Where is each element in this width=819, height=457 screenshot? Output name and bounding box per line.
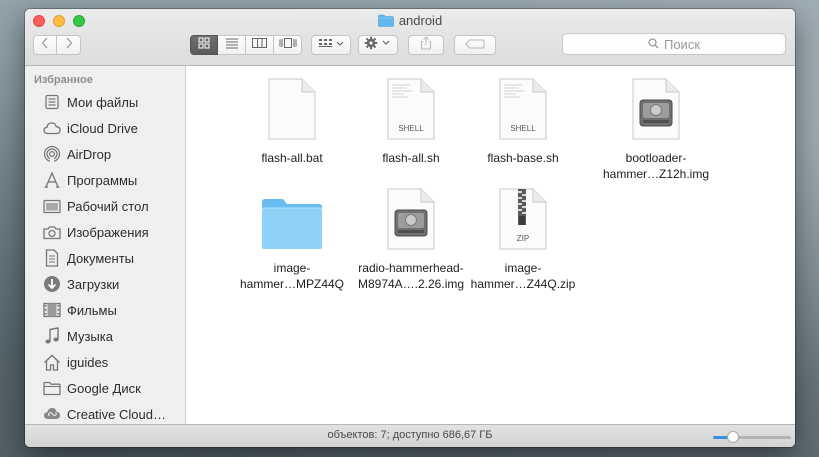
all-files-icon bbox=[42, 92, 62, 112]
action-menu-button[interactable] bbox=[358, 35, 398, 55]
music-note-icon bbox=[42, 326, 62, 346]
sidebar-item-label: Google Диск bbox=[67, 380, 141, 396]
share-icon bbox=[419, 35, 433, 55]
magnifier-icon bbox=[648, 37, 659, 52]
chevron-right-icon bbox=[65, 36, 73, 54]
sidebar-item-creative-cloud[interactable]: Creative Cloud… bbox=[25, 401, 185, 424]
file-type-badge: ZIP bbox=[516, 234, 530, 243]
sidebar-item-documents[interactable]: Документы bbox=[25, 245, 185, 271]
file-item-flash-all-sh[interactable]: SHELL flash-all.sh bbox=[346, 76, 476, 166]
file-type-badge: SHELL bbox=[510, 124, 536, 133]
tag-icon bbox=[465, 36, 485, 54]
column-view-button[interactable] bbox=[246, 35, 274, 55]
sidebar-item-all-files[interactable]: Мои файлы bbox=[25, 89, 185, 115]
sidebar-item-label: AirDrop bbox=[67, 146, 112, 162]
file-item-bootloader-img[interactable]: bootloader- hammer…Z12h.img bbox=[591, 76, 721, 182]
sidebar-item-label: Загрузки bbox=[67, 276, 120, 292]
sidebar-item-airdrop[interactable]: AirDrop bbox=[25, 141, 185, 167]
sidebar-item-icloud-drive[interactable]: iCloud Drive bbox=[25, 115, 185, 141]
file-type-badge: SHELL bbox=[398, 124, 424, 133]
sidebar-item-google-drive[interactable]: Google Диск bbox=[25, 375, 185, 401]
sidebar-item-label: Изображения bbox=[67, 224, 149, 240]
file-name: image- hammer…MPZ44Q bbox=[239, 261, 345, 291]
sidebar: Избранное Мои файлы iCloud Drive AirDrop… bbox=[25, 66, 186, 424]
forward-button[interactable] bbox=[57, 35, 81, 55]
icon-size-slider[interactable] bbox=[713, 431, 791, 443]
download-icon bbox=[42, 274, 62, 294]
sidebar-item-music[interactable]: Музыка bbox=[25, 323, 185, 349]
list-view-button[interactable] bbox=[218, 35, 246, 55]
sidebar-section-title: Избранное bbox=[34, 74, 93, 86]
window-title: android bbox=[398, 13, 443, 28]
status-text: объектов: 7; доступно 686,67 ГБ bbox=[327, 429, 493, 441]
toolbar: android Поиск bbox=[25, 9, 795, 66]
desktop-icon bbox=[42, 196, 62, 216]
coverflow-view-button[interactable] bbox=[274, 35, 302, 55]
search-placeholder: Поиск bbox=[663, 36, 701, 52]
back-button[interactable] bbox=[33, 35, 57, 55]
file-name: flash-all.sh bbox=[382, 151, 440, 165]
sidebar-item-desktop[interactable]: Рабочий стол bbox=[25, 193, 185, 219]
sidebar-item-label: Рабочий стол bbox=[67, 198, 149, 214]
sidebar-item-label: iCloud Drive bbox=[67, 120, 138, 136]
file-name: bootloader- hammer…Z12h.img bbox=[602, 151, 710, 181]
folder-icon bbox=[227, 186, 357, 250]
slider-knob[interactable] bbox=[726, 431, 739, 443]
folder-icon bbox=[42, 378, 62, 398]
sidebar-item-home[interactable]: iguides bbox=[25, 349, 185, 375]
sidebar-item-label: Фильмы bbox=[67, 302, 117, 318]
sidebar-item-label: Документы bbox=[67, 250, 135, 266]
document-icon bbox=[42, 248, 62, 268]
share-button[interactable] bbox=[408, 35, 444, 55]
columns-icon bbox=[252, 36, 267, 54]
window-title-bar: android bbox=[25, 13, 795, 29]
file-browser: flash-all.bat SHELL flash-all.sh SHELL f… bbox=[186, 66, 795, 424]
sidebar-item-label: Музыка bbox=[67, 328, 113, 344]
disk-image-icon bbox=[591, 76, 721, 140]
airdrop-icon bbox=[42, 144, 62, 164]
chevron-left-icon bbox=[41, 36, 49, 54]
edit-tags-button[interactable] bbox=[454, 35, 496, 55]
folder-icon bbox=[378, 14, 394, 31]
file-name: image- hammer…Z44Q.zip bbox=[470, 261, 576, 291]
sidebar-item-movies[interactable]: Фильмы bbox=[25, 297, 185, 323]
grid-icon bbox=[198, 36, 210, 54]
file-item-image-zip[interactable]: ZIP image- hammer…Z44Q.zip bbox=[458, 186, 588, 292]
sidebar-item-label: iguides bbox=[67, 354, 109, 370]
view-mode-control bbox=[190, 35, 302, 55]
file-name: flash-base.sh bbox=[487, 151, 559, 165]
creative-cloud-icon bbox=[42, 404, 62, 424]
search-field[interactable]: Поиск bbox=[562, 33, 786, 55]
file-item-radio-img[interactable]: radio-hammerhead- M8974A….2.26.img bbox=[346, 186, 476, 292]
file-name: radio-hammerhead- M8974A….2.26.img bbox=[357, 261, 465, 291]
sidebar-item-label: Мои файлы bbox=[67, 94, 139, 110]
blank-document-icon bbox=[227, 76, 357, 140]
sidebar-item-applications[interactable]: Программы bbox=[25, 167, 185, 193]
file-item-image-folder[interactable]: image- hammer…MPZ44Q bbox=[227, 186, 357, 292]
finder-window: android Поиск Избранное Мои файлы iCloud… bbox=[25, 9, 795, 447]
file-item-flash-all-bat[interactable]: flash-all.bat bbox=[227, 76, 357, 166]
sidebar-item-label: Программы bbox=[67, 172, 138, 188]
sidebar-item-pictures[interactable]: Изображения bbox=[25, 219, 185, 245]
gear-icon bbox=[364, 36, 392, 55]
list-icon bbox=[225, 36, 239, 54]
home-icon bbox=[42, 352, 62, 372]
film-icon bbox=[42, 300, 62, 320]
file-item-flash-base-sh[interactable]: SHELL flash-base.sh bbox=[458, 76, 588, 166]
arrange-menu-button[interactable] bbox=[311, 35, 351, 55]
cloud-icon bbox=[42, 118, 62, 138]
coverflow-icon bbox=[279, 36, 297, 54]
file-name: flash-all.bat bbox=[261, 151, 323, 165]
status-bar: объектов: 7; доступно 686,67 ГБ bbox=[25, 424, 795, 447]
arrange-grid-icon bbox=[317, 36, 345, 54]
sidebar-item-label: Creative Cloud… bbox=[67, 406, 166, 422]
icon-view-button[interactable] bbox=[190, 35, 218, 55]
disk-image-icon bbox=[346, 186, 476, 250]
camera-icon bbox=[42, 222, 62, 242]
applications-icon bbox=[42, 170, 62, 190]
sidebar-item-downloads[interactable]: Загрузки bbox=[25, 271, 185, 297]
